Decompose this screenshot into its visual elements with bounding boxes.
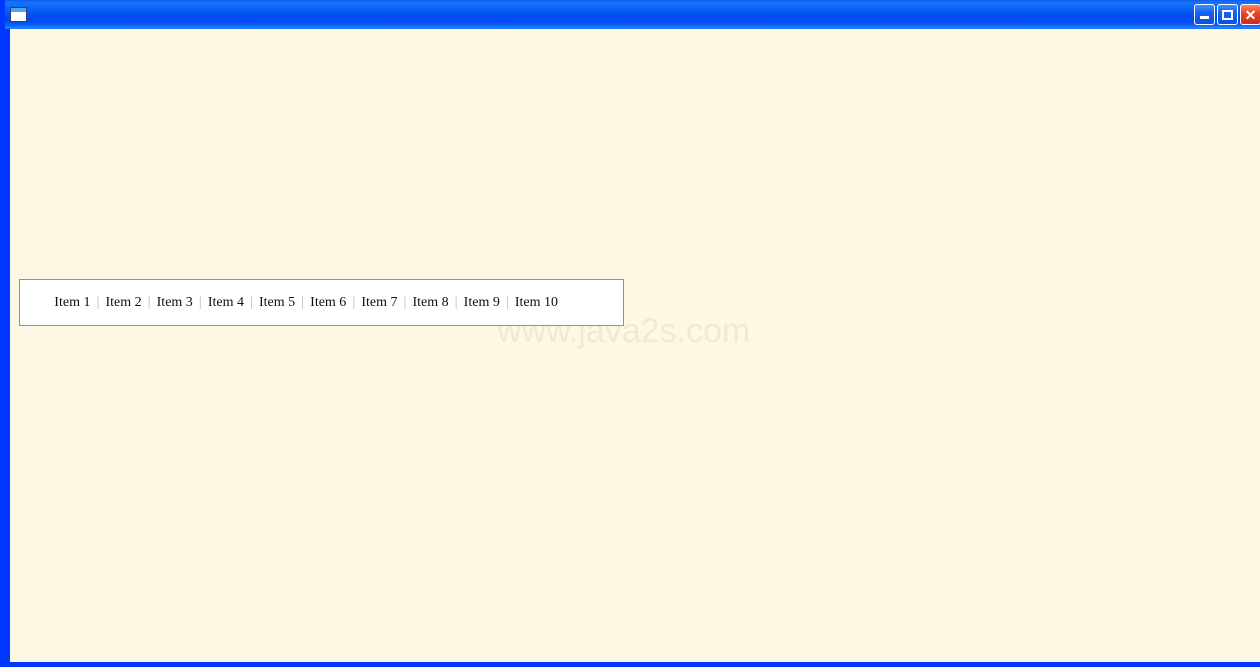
item-list: Item 1 | Item 2 | Item 3 | Item 4 | Item 5 | Item … — [49, 294, 563, 311]
list-item[interactable]: Item 7 — [356, 295, 402, 311]
close-button[interactable]: ✕ — [1240, 4, 1260, 25]
application-window: ✕ www.java2s.com Item 1 | Item 2 | Item 3 | It… — [0, 0, 1260, 667]
title-bar[interactable]: ✕ — [5, 0, 1260, 29]
list-item[interactable]: Item 2 — [100, 295, 146, 311]
client-area: www.java2s.com Item 1 | Item 2 | Item 3 | Item… — [10, 29, 1260, 662]
minimize-button[interactable] — [1194, 4, 1215, 25]
maximize-button[interactable] — [1217, 4, 1238, 25]
list-item[interactable]: Item 5 — [254, 295, 300, 311]
maximize-icon — [1222, 9, 1233, 20]
list-item[interactable]: Item 8 — [408, 295, 454, 311]
item-panel: Item 1 | Item 2 | Item 3 | Item 4 | Item 5 | Item … — [19, 279, 624, 326]
list-item[interactable]: Item 3 — [152, 295, 198, 311]
close-icon: ✕ — [1244, 6, 1257, 23]
minimize-icon — [1200, 16, 1209, 19]
list-item[interactable]: Item 4 — [203, 295, 249, 311]
list-item[interactable]: Item 10 — [510, 295, 563, 311]
list-item[interactable]: Item 1 — [49, 295, 95, 311]
list-item[interactable]: Item 9 — [459, 295, 505, 311]
application-window-icon — [10, 7, 27, 22]
window-controls: ✕ — [1194, 4, 1260, 25]
list-item[interactable]: Item 6 — [305, 295, 351, 311]
